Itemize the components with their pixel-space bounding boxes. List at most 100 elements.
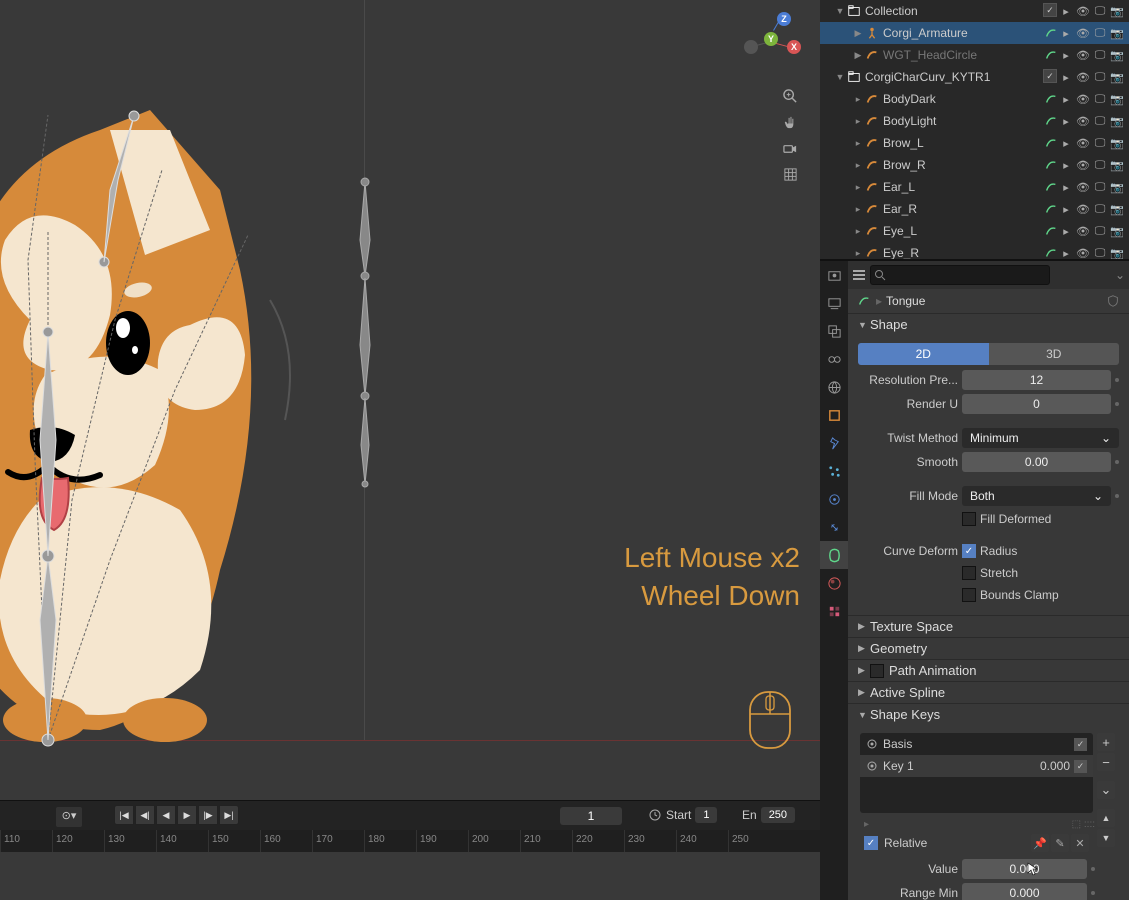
keyframe-dot[interactable] <box>1115 378 1119 382</box>
expand-icon[interactable]: ▸ <box>852 248 864 259</box>
selectable-icon[interactable]: ▸ <box>1058 223 1074 239</box>
visibility-icon[interactable]: 👁 <box>1075 135 1091 151</box>
tab-physics[interactable] <box>820 485 848 513</box>
render-icon[interactable]: 📷 <box>1109 3 1125 19</box>
expand-icon[interactable]: ▼ <box>834 6 846 16</box>
outliner-row[interactable]: ▸BodyDark▸👁🖵📷 <box>820 88 1129 110</box>
visibility-icon[interactable]: 👁 <box>1075 245 1091 260</box>
path-animation-checkbox[interactable] <box>870 664 884 678</box>
outliner-row[interactable]: ▸Eye_L▸👁🖵📷 <box>820 220 1129 242</box>
expand-icon[interactable]: ▸ <box>852 182 864 193</box>
outliner-row[interactable]: ▼Collection✓▸👁🖵📷 <box>820 0 1129 22</box>
shapekey-mute-checkbox[interactable]: ✓ <box>1074 760 1087 773</box>
overlay-toggle[interactable]: ⊙▾ <box>56 807 82 827</box>
panel-path-animation-header[interactable]: ▶Path Animation <box>848 659 1129 681</box>
visibility-icon[interactable]: 👁 <box>1075 113 1091 129</box>
viewport-icon[interactable]: 🖵 <box>1092 25 1108 41</box>
timeline-ruler[interactable]: 1101201301401501601701801902002102202302… <box>0 830 820 852</box>
tab-texture[interactable] <box>820 597 848 625</box>
render-icon[interactable]: 📷 <box>1109 135 1125 151</box>
keyframe-dot[interactable] <box>1091 867 1095 871</box>
selectable-icon[interactable]: ▸ <box>1058 135 1074 151</box>
stretch-checkbox[interactable] <box>962 566 976 580</box>
panel-texture-space-header[interactable]: ▶Texture Space <box>848 615 1129 637</box>
panel-shape-header[interactable]: ▼ Shape <box>848 313 1129 335</box>
shapekey-mute-checkbox[interactable]: ✓ <box>1074 738 1087 751</box>
viewport-icon[interactable]: 🖵 <box>1092 245 1108 260</box>
play-reverse-button[interactable]: ◀ <box>156 805 176 825</box>
visibility-icon[interactable]: 👁 <box>1075 25 1091 41</box>
zoom-icon[interactable] <box>778 84 802 108</box>
keyframe-next-button[interactable]: |▶ <box>198 805 218 825</box>
axis-y-icon[interactable]: Y <box>764 32 778 46</box>
keyframe-prev-button[interactable]: ◀| <box>135 805 155 825</box>
expand-icon[interactable]: ▼ <box>834 72 846 82</box>
camera-view-icon[interactable] <box>778 136 802 160</box>
visibility-icon[interactable]: 👁 <box>1075 47 1091 63</box>
viewport-icon[interactable]: 🖵 <box>1092 69 1108 85</box>
outliner-row[interactable]: ▸BodyLight▸👁🖵📷 <box>820 110 1129 132</box>
expand-icon[interactable]: ▸ <box>852 116 864 127</box>
exclude-checkbox[interactable]: ✓ <box>1043 3 1057 17</box>
outliner-row[interactable]: ▸Brow_R▸👁🖵📷 <box>820 154 1129 176</box>
outliner-row[interactable]: ▼CorgiCharCurv_KYTR1✓▸👁🖵📷 <box>820 66 1129 88</box>
shapekey-pin-button[interactable]: 📌 <box>1031 834 1049 852</box>
viewport-icon[interactable]: 🖵 <box>1092 113 1108 129</box>
pan-icon[interactable] <box>778 110 802 134</box>
end-frame-field[interactable]: 250 <box>761 807 795 823</box>
outliner-row[interactable]: ▸Eye_R▸👁🖵📷 <box>820 242 1129 260</box>
visibility-icon[interactable]: 👁 <box>1075 157 1091 173</box>
keyframe-dot[interactable] <box>1115 460 1119 464</box>
viewport-icon[interactable]: 🖵 <box>1092 47 1108 63</box>
viewport-icon[interactable]: 🖵 <box>1092 223 1108 239</box>
visibility-icon[interactable]: 👁 <box>1075 201 1091 217</box>
render-icon[interactable]: 📷 <box>1109 25 1125 41</box>
viewport-icon[interactable]: 🖵 <box>1092 157 1108 173</box>
expand-icon[interactable]: ▸ <box>852 138 864 149</box>
shapekey-item[interactable]: Basis✓ <box>860 733 1093 755</box>
resolution-field[interactable]: 12 <box>962 370 1111 390</box>
tab-data[interactable] <box>820 541 848 569</box>
outliner-row[interactable]: ▸Ear_L▸👁🖵📷 <box>820 176 1129 198</box>
render-icon[interactable]: 📷 <box>1109 113 1125 129</box>
current-frame-field[interactable]: 1 <box>560 807 622 825</box>
keyframe-dot[interactable] <box>1115 402 1119 406</box>
viewport-3d[interactable]: Z X Y Left Mouse x2 Wheel Down <box>0 0 820 800</box>
selectable-icon[interactable]: ▸ <box>1058 113 1074 129</box>
visibility-icon[interactable]: 👁 <box>1075 69 1091 85</box>
visibility-icon[interactable]: 👁 <box>1075 223 1091 239</box>
tab-constraints[interactable] <box>820 513 848 541</box>
radius-checkbox[interactable]: ✓ <box>962 544 976 558</box>
outliner[interactable]: ▼Collection✓▸👁🖵📷▶Corgi_Armature▸👁🖵📷▶WGT_… <box>820 0 1129 260</box>
mode-2d-button[interactable]: 2D <box>858 343 989 365</box>
axis-x-icon[interactable]: X <box>787 40 801 54</box>
visibility-icon[interactable]: 👁 <box>1075 91 1091 107</box>
shapekey-move-down-button[interactable]: ▼ <box>1097 829 1115 847</box>
render-icon[interactable]: 📷 <box>1109 157 1125 173</box>
outliner-row[interactable]: ▸Ear_R▸👁🖵📷 <box>820 198 1129 220</box>
relative-checkbox[interactable]: ✓ <box>864 836 878 850</box>
selectable-icon[interactable]: ▸ <box>1058 3 1074 19</box>
expand-icon[interactable]: ▸ <box>852 204 864 215</box>
expand-icon[interactable]: ▸ <box>852 226 864 237</box>
selectable-icon[interactable]: ▸ <box>1058 25 1074 41</box>
tab-output[interactable] <box>820 289 848 317</box>
play-button[interactable]: ▶ <box>177 805 197 825</box>
shapekey-clear-button[interactable]: ✕ <box>1071 834 1089 852</box>
dropdown-toggle[interactable]: ⌄ <box>1115 268 1125 282</box>
shapekey-edit-mode-button[interactable]: ✎ <box>1051 834 1069 852</box>
tab-material[interactable] <box>820 569 848 597</box>
tab-viewlayer[interactable] <box>820 317 848 345</box>
outliner-row[interactable]: ▶WGT_HeadCircle▸👁🖵📷 <box>820 44 1129 66</box>
tab-modifier[interactable] <box>820 429 848 457</box>
expand-icon[interactable]: ▶ <box>852 50 864 61</box>
shield-icon[interactable] <box>1105 293 1121 309</box>
render-icon[interactable]: 📷 <box>1109 223 1125 239</box>
keyframe-dot[interactable] <box>1115 494 1119 498</box>
axis-neg-icon[interactable] <box>744 40 758 54</box>
search-input[interactable] <box>870 265 1050 285</box>
expand-icon[interactable]: ▶ <box>852 28 864 39</box>
viewport-icon[interactable]: 🖵 <box>1092 135 1108 151</box>
keyframe-dot[interactable] <box>1091 891 1095 895</box>
jump-start-button[interactable]: |◀ <box>114 805 134 825</box>
